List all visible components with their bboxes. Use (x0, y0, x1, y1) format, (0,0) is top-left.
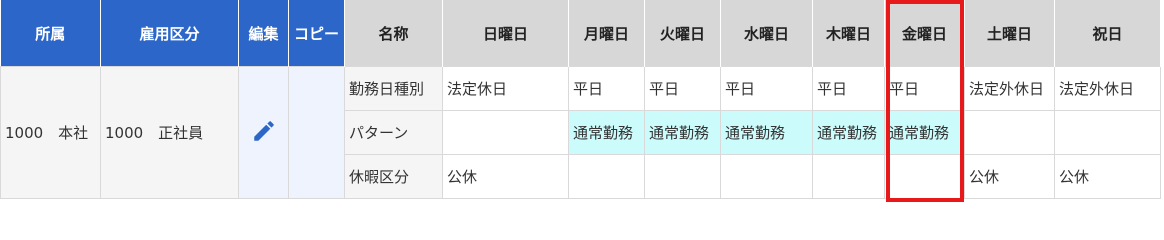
kinmubi-monday: 平日 (568, 66, 645, 111)
header-friday: 金曜日 (884, 0, 965, 67)
header-copy: コピー (288, 0, 345, 67)
header-shozoku: 所属 (0, 0, 101, 67)
header-saturday: 土曜日 (964, 0, 1055, 67)
header-monday: 月曜日 (568, 0, 645, 67)
work-calendar-table: 所属 雇用区分 編集 コピー 名称 日曜日 月曜日 火曜日 水曜日 木曜日 金曜… (0, 0, 1161, 199)
header-holiday: 祝日 (1054, 0, 1161, 67)
kinmubi-holiday: 法定外休日 (1054, 66, 1161, 111)
kyuka-friday (884, 154, 965, 199)
kyuka-sunday: 公休 (442, 154, 569, 199)
pencil-icon[interactable] (251, 118, 277, 144)
header-sunday: 日曜日 (442, 0, 569, 67)
kyuka-monday (568, 154, 645, 199)
header-row: 所属 雇用区分 編集 コピー 名称 日曜日 月曜日 火曜日 水曜日 木曜日 金曜… (0, 0, 1161, 67)
pattern-friday: 通常勤務 (884, 110, 965, 155)
cell-shozoku: 1000 本社 (0, 66, 101, 199)
kyuka-saturday: 公休 (964, 154, 1055, 199)
label-pattern: パターン (344, 110, 443, 155)
header-edit: 編集 (238, 0, 289, 67)
table-row: 1000 本社 1000 正社員 勤務日種別 法定休日 平日 平日 平日 平日 … (0, 66, 1161, 199)
pattern-thursday: 通常勤務 (812, 110, 885, 155)
header-tuesday: 火曜日 (644, 0, 721, 67)
kinmubi-saturday: 法定外休日 (964, 66, 1055, 111)
cell-koyou: 1000 正社員 (100, 66, 239, 199)
schedule-table-wrapper: 所属 雇用区分 編集 コピー 名称 日曜日 月曜日 火曜日 水曜日 木曜日 金曜… (0, 0, 1164, 205)
pattern-monday: 通常勤務 (568, 110, 645, 155)
kyuka-wednesday (720, 154, 813, 199)
kyuka-holiday: 公休 (1054, 154, 1161, 199)
kinmubi-tuesday: 平日 (644, 66, 721, 111)
kinmubi-sunday: 法定休日 (442, 66, 569, 111)
kinmubi-friday: 平日 (884, 66, 965, 111)
label-kyuka: 休暇区分 (344, 154, 443, 199)
pattern-tuesday: 通常勤務 (644, 110, 721, 155)
pattern-saturday (964, 110, 1055, 155)
kinmubi-wednesday: 平日 (720, 66, 813, 111)
copy-cell[interactable] (288, 66, 345, 199)
pattern-sunday (442, 110, 569, 155)
pattern-holiday (1054, 110, 1161, 155)
header-wednesday: 水曜日 (720, 0, 813, 67)
header-name: 名称 (344, 0, 443, 67)
kyuka-tuesday (644, 154, 721, 199)
label-kinmubi: 勤務日種別 (344, 66, 443, 111)
kinmubi-thursday: 平日 (812, 66, 885, 111)
header-thursday: 木曜日 (812, 0, 885, 67)
edit-cell[interactable] (238, 66, 289, 199)
header-koyou: 雇用区分 (100, 0, 239, 67)
kyuka-thursday (812, 154, 885, 199)
pattern-wednesday: 通常勤務 (720, 110, 813, 155)
